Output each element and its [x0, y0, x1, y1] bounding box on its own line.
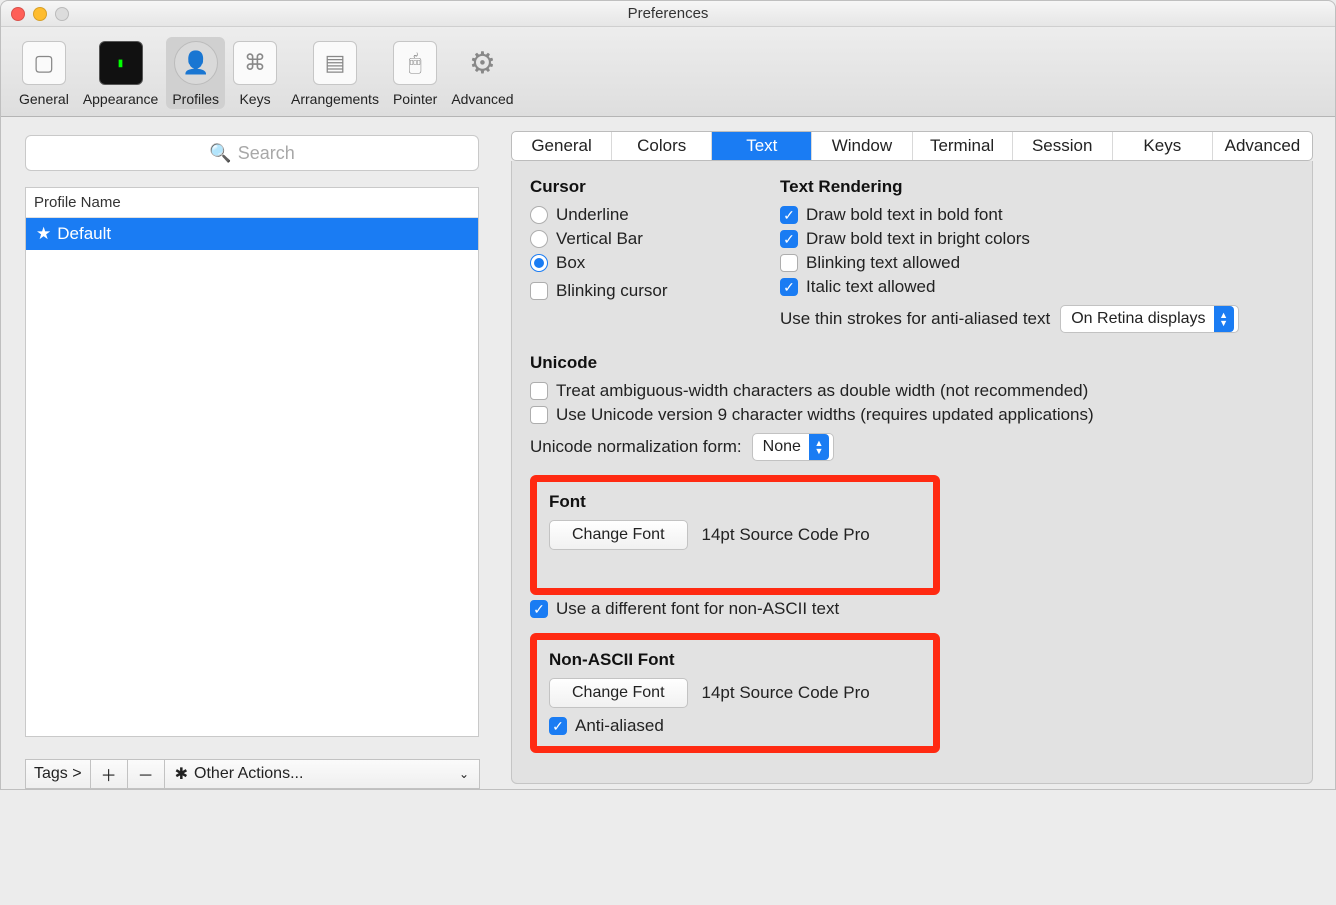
- cursor-underline-radio[interactable]: Underline: [530, 205, 750, 225]
- use-different-non-ascii-checkbox[interactable]: ✓Use a different font for non-ASCII text: [530, 599, 1294, 619]
- profile-row-default[interactable]: ★ Default: [26, 218, 478, 250]
- toolbar-general[interactable]: ▢ General: [13, 37, 75, 109]
- draw-bold-bold-checkbox[interactable]: ✓Draw bold text in bold font: [780, 205, 1294, 225]
- star-icon: ★: [36, 224, 51, 244]
- unicode-norm-label: Unicode normalization form:: [530, 437, 742, 457]
- toolbar-profiles[interactable]: 👤 Profiles: [166, 37, 225, 109]
- toolbar-advanced[interactable]: ⚙ Advanced: [445, 37, 519, 109]
- remove-profile-button[interactable]: －: [127, 759, 165, 789]
- tab-colors[interactable]: Colors: [612, 132, 712, 160]
- blinking-cursor-checkbox[interactable]: Blinking cursor: [530, 281, 750, 301]
- toolbar-pointer[interactable]: 🖱 Pointer: [387, 37, 443, 109]
- body: 🔍 Search Profile Name ★ Default Tags > ＋…: [1, 117, 1335, 789]
- toolbar-arrangements[interactable]: ▤ Arrangements: [285, 37, 385, 109]
- chevron-down-icon: ⌄: [459, 767, 469, 781]
- tab-advanced[interactable]: Advanced: [1213, 132, 1312, 160]
- tab-session[interactable]: Session: [1013, 132, 1113, 160]
- change-non-ascii-font-button[interactable]: Change Font: [549, 678, 688, 708]
- profiles-sidebar: 🔍 Search Profile Name ★ Default Tags > ＋…: [1, 117, 491, 789]
- other-actions-dropdown[interactable]: ✱ Other Actions... ⌄: [164, 759, 480, 789]
- thin-strokes-select[interactable]: On Retina displays ▲▼: [1060, 305, 1238, 333]
- keys-icon: ⌘: [233, 41, 277, 85]
- profile-name-header: Profile Name: [26, 188, 478, 218]
- pointer-icon: 🖱: [393, 41, 437, 85]
- unicode-heading: Unicode: [530, 353, 1294, 373]
- font-heading: Font: [549, 492, 921, 512]
- window-title: Preferences: [628, 5, 709, 22]
- profile-search[interactable]: 🔍 Search: [25, 135, 479, 171]
- text-rendering-heading: Text Rendering: [780, 177, 1294, 197]
- profile-tabs: General Colors Text Window Terminal Sess…: [511, 131, 1313, 161]
- unicode-v9-checkbox[interactable]: Use Unicode version 9 character widths (…: [530, 405, 1294, 425]
- non-ascii-font-heading: Non-ASCII Font: [549, 650, 921, 670]
- tab-text[interactable]: Text: [712, 132, 812, 160]
- stepper-icon: ▲▼: [809, 434, 829, 460]
- non-ascii-font-highlight: Non-ASCII Font Change Font 14pt Source C…: [530, 633, 940, 753]
- ambiguous-width-checkbox[interactable]: Treat ambiguous-width characters as doub…: [530, 381, 1294, 401]
- non-ascii-anti-aliased-checkbox[interactable]: ✓Anti-aliased: [549, 716, 921, 736]
- thin-strokes-label: Use thin strokes for anti-aliased text: [780, 309, 1050, 329]
- add-profile-button[interactable]: ＋: [90, 759, 128, 789]
- general-icon: ▢: [22, 41, 66, 85]
- appearance-icon: ▮: [99, 41, 143, 85]
- profiles-icon: 👤: [174, 41, 218, 85]
- blinking-text-checkbox[interactable]: Blinking text allowed: [780, 253, 1294, 273]
- advanced-icon: ⚙: [460, 41, 504, 85]
- profile-list[interactable]: Profile Name ★ Default: [25, 187, 479, 737]
- toolbar-appearance[interactable]: ▮ Appearance: [77, 37, 165, 109]
- arrangements-icon: ▤: [313, 41, 357, 85]
- preferences-window: Preferences ▢ General ▮ Appearance 👤 Pro…: [0, 0, 1336, 790]
- tab-keys[interactable]: Keys: [1113, 132, 1213, 160]
- profile-content: General Colors Text Window Terminal Sess…: [491, 117, 1335, 789]
- stepper-icon: ▲▼: [1214, 306, 1234, 332]
- text-panel: Cursor Underline Vertical Bar Box Blinki…: [511, 161, 1313, 784]
- draw-bold-bright-checkbox[interactable]: ✓Draw bold text in bright colors: [780, 229, 1294, 249]
- current-non-ascii-font-label: 14pt Source Code Pro: [702, 683, 870, 703]
- tab-terminal[interactable]: Terminal: [913, 132, 1013, 160]
- minimize-window-button[interactable]: [33, 7, 47, 21]
- tab-general[interactable]: General: [512, 132, 612, 160]
- main-toolbar: ▢ General ▮ Appearance 👤 Profiles ⌘ Keys…: [1, 27, 1335, 117]
- tags-button[interactable]: Tags >: [25, 759, 91, 789]
- titlebar: Preferences: [1, 1, 1335, 27]
- gear-icon: ✱: [175, 764, 188, 784]
- close-window-button[interactable]: [11, 7, 25, 21]
- profile-bottom-controls: Tags > ＋ － ✱ Other Actions... ⌄: [25, 749, 479, 789]
- current-font-label: 14pt Source Code Pro: [702, 525, 870, 545]
- unicode-norm-select[interactable]: None ▲▼: [752, 433, 834, 461]
- cursor-box-radio[interactable]: Box: [530, 253, 750, 273]
- change-font-button[interactable]: Change Font: [549, 520, 688, 550]
- italic-text-checkbox[interactable]: ✓Italic text allowed: [780, 277, 1294, 297]
- toolbar-keys[interactable]: ⌘ Keys: [227, 37, 283, 109]
- font-highlight: Font Change Font 14pt Source Code Pro ✓A…: [530, 475, 940, 595]
- search-icon: 🔍: [209, 143, 231, 164]
- cursor-vertical-bar-radio[interactable]: Vertical Bar: [530, 229, 750, 249]
- zoom-window-button[interactable]: [55, 7, 69, 21]
- traffic-lights: [11, 7, 69, 21]
- tab-window[interactable]: Window: [812, 132, 912, 160]
- cursor-heading: Cursor: [530, 177, 750, 197]
